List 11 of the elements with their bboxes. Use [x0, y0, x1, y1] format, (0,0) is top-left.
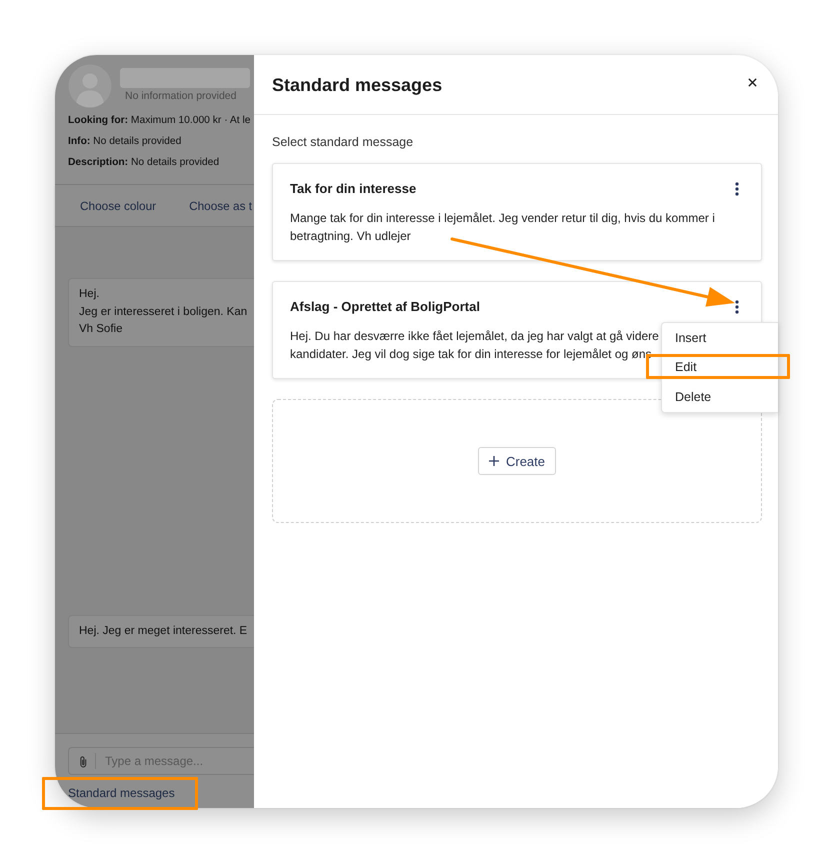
template-title: Tak for din interesse — [290, 180, 416, 198]
profile-detail: Info: No details provided — [68, 135, 182, 149]
drawer-title: Standard messages — [272, 74, 442, 96]
chat-message: Hej. Jeg er interesseret i boligen. Kan Vh Sofie — [68, 278, 254, 346]
profile-detail: Looking for: Maximum 10.000 kr · At le — [68, 114, 251, 128]
chat-message: Hej. Jeg er meget interesseret. E — [68, 614, 254, 648]
section-label: Select standard message — [272, 135, 414, 149]
template-text: Mange tak for din interesse i lejemålet. Jeg vender retur til dig, hvis du kommer i betragtning. Vh udlejer — [290, 210, 715, 244]
profile-detail: Description: No details provided — [68, 156, 220, 170]
profile-status: No information provided — [124, 89, 236, 103]
template-title: Afslag - Oprettet af BoligPortal — [290, 298, 480, 316]
